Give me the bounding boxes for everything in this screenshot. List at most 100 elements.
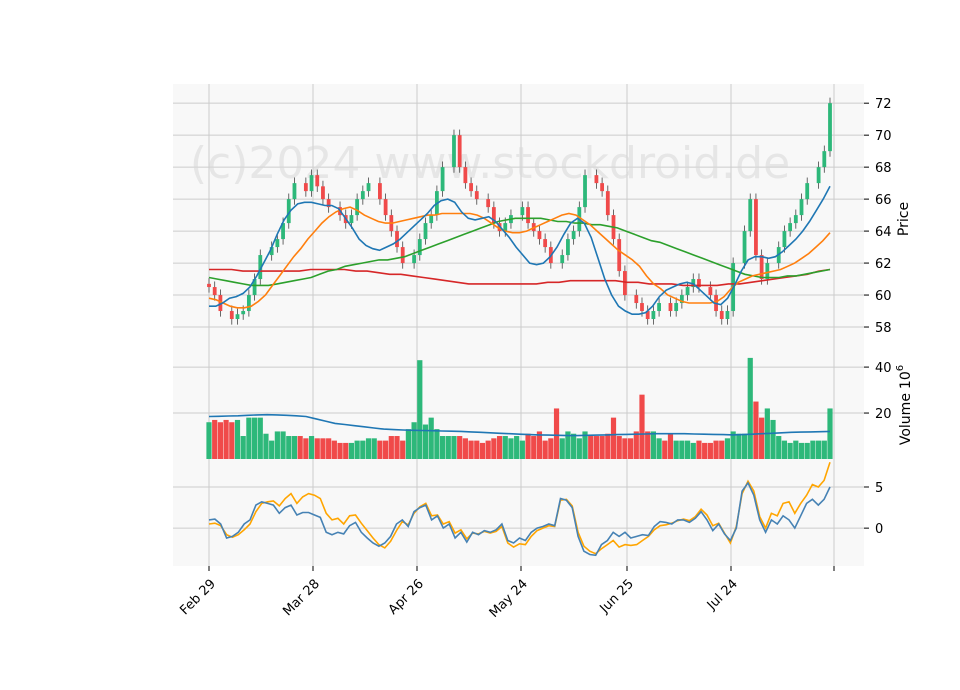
volume-bar (753, 401, 759, 459)
volume-bar (394, 436, 400, 459)
volume-bar (605, 433, 611, 459)
candle-body (543, 239, 548, 248)
candle-body (685, 287, 690, 296)
volume-bar (269, 440, 275, 459)
candle-body (457, 135, 462, 168)
volume-bar (240, 436, 246, 459)
candle-body (594, 175, 599, 184)
volume-bar (251, 417, 258, 459)
volume-bar (274, 431, 280, 459)
candle-body (321, 186, 325, 200)
candle-body (423, 223, 428, 240)
candle-body (674, 303, 679, 312)
volume-axis-exponent: 6 (895, 365, 906, 371)
volume-bar (320, 438, 326, 459)
candle-body (788, 223, 793, 232)
volume-bar (354, 440, 360, 459)
volume-bar (331, 440, 337, 459)
volume-bar (821, 440, 827, 459)
candle-body (754, 199, 758, 256)
candle-body (560, 255, 565, 264)
stock-chart: (c)2024 www.stockdroid.de Feb 29 Mar 28 Ap… (0, 0, 960, 690)
candle-body (395, 231, 399, 248)
volume-bar (286, 436, 292, 459)
candle-body (708, 287, 713, 296)
price-tick-label: 70 (875, 129, 892, 144)
volume-bar (502, 436, 508, 459)
volume-axis-label: Volume (898, 393, 914, 445)
volume-bar (223, 419, 229, 459)
chart-svg: (c)2024 www.stockdroid.de Feb 29 Mar 28 Ap… (173, 84, 914, 621)
volume-bar (337, 442, 343, 459)
volume-bar (445, 436, 451, 459)
candle-body (207, 283, 211, 288)
candle-body (474, 191, 479, 200)
volume-bar (747, 357, 753, 459)
volume-bar (434, 429, 440, 459)
volume-bar (343, 442, 349, 459)
volume-bar (627, 438, 634, 459)
volume-bar (759, 417, 765, 459)
volume-bar (776, 436, 782, 459)
volume-bar (257, 417, 263, 459)
volume-bar (234, 419, 241, 459)
x-tick-label: Jun 25 (597, 577, 637, 617)
volume-bar (468, 440, 474, 459)
volume-axis-title: Volume 106 (895, 365, 914, 445)
candle-body (765, 263, 770, 280)
volume-bar (548, 438, 554, 459)
volume-bar (491, 438, 497, 459)
candle-body (719, 311, 724, 320)
candle-body (366, 183, 371, 192)
candle-body (526, 207, 530, 224)
macd-panel (173, 459, 864, 566)
volume-bar (713, 440, 719, 459)
candle-body (355, 199, 360, 216)
volume-bar (736, 433, 742, 459)
volume-bar (656, 438, 662, 459)
volume-bar (383, 440, 389, 459)
volume-bar (576, 438, 582, 459)
volume-bar (662, 440, 668, 459)
volume-bar (308, 436, 315, 459)
volume-bar (400, 440, 406, 459)
volume-bar (781, 440, 788, 459)
volume-bar (804, 442, 810, 459)
volume-bar (496, 436, 503, 459)
volume-bar (645, 431, 651, 459)
volume-bar (217, 422, 223, 459)
candle-body (657, 303, 661, 312)
candle-body (246, 295, 251, 312)
x-tick-label: Jul 24 (704, 577, 741, 614)
volume-bar (553, 408, 560, 459)
price-tick-label: 64 (875, 225, 892, 240)
candle-body (520, 207, 525, 216)
x-tick-label: Apr 26 (386, 577, 427, 618)
volume-bar (707, 442, 713, 459)
candle-body (537, 231, 542, 240)
price-tick-label: 68 (875, 161, 892, 176)
volume-bar (798, 442, 805, 459)
candle-body (634, 295, 639, 304)
candle-body (622, 271, 627, 296)
volume-bar (741, 433, 748, 459)
candle-body (378, 183, 382, 200)
volume-tick-label: 40 (875, 361, 892, 376)
watermark: (c)2024 www.stockdroid.de (190, 138, 790, 189)
volume-bar (593, 436, 600, 459)
volume-bar (667, 433, 674, 459)
volume-bar (206, 422, 212, 459)
x-tick-label: Feb 29 (177, 577, 219, 619)
candle-body (292, 183, 297, 200)
candle-body (229, 311, 234, 320)
volume-bar (326, 438, 332, 459)
volume-bar (485, 440, 491, 459)
volume-bar (388, 436, 394, 459)
volume-bar (411, 422, 417, 459)
volume-bar (474, 440, 480, 459)
volume-bar (291, 436, 298, 459)
candle-body (315, 175, 320, 187)
price-tick-label: 58 (875, 321, 892, 336)
candle-body (571, 231, 576, 240)
volume-bar (679, 440, 685, 459)
